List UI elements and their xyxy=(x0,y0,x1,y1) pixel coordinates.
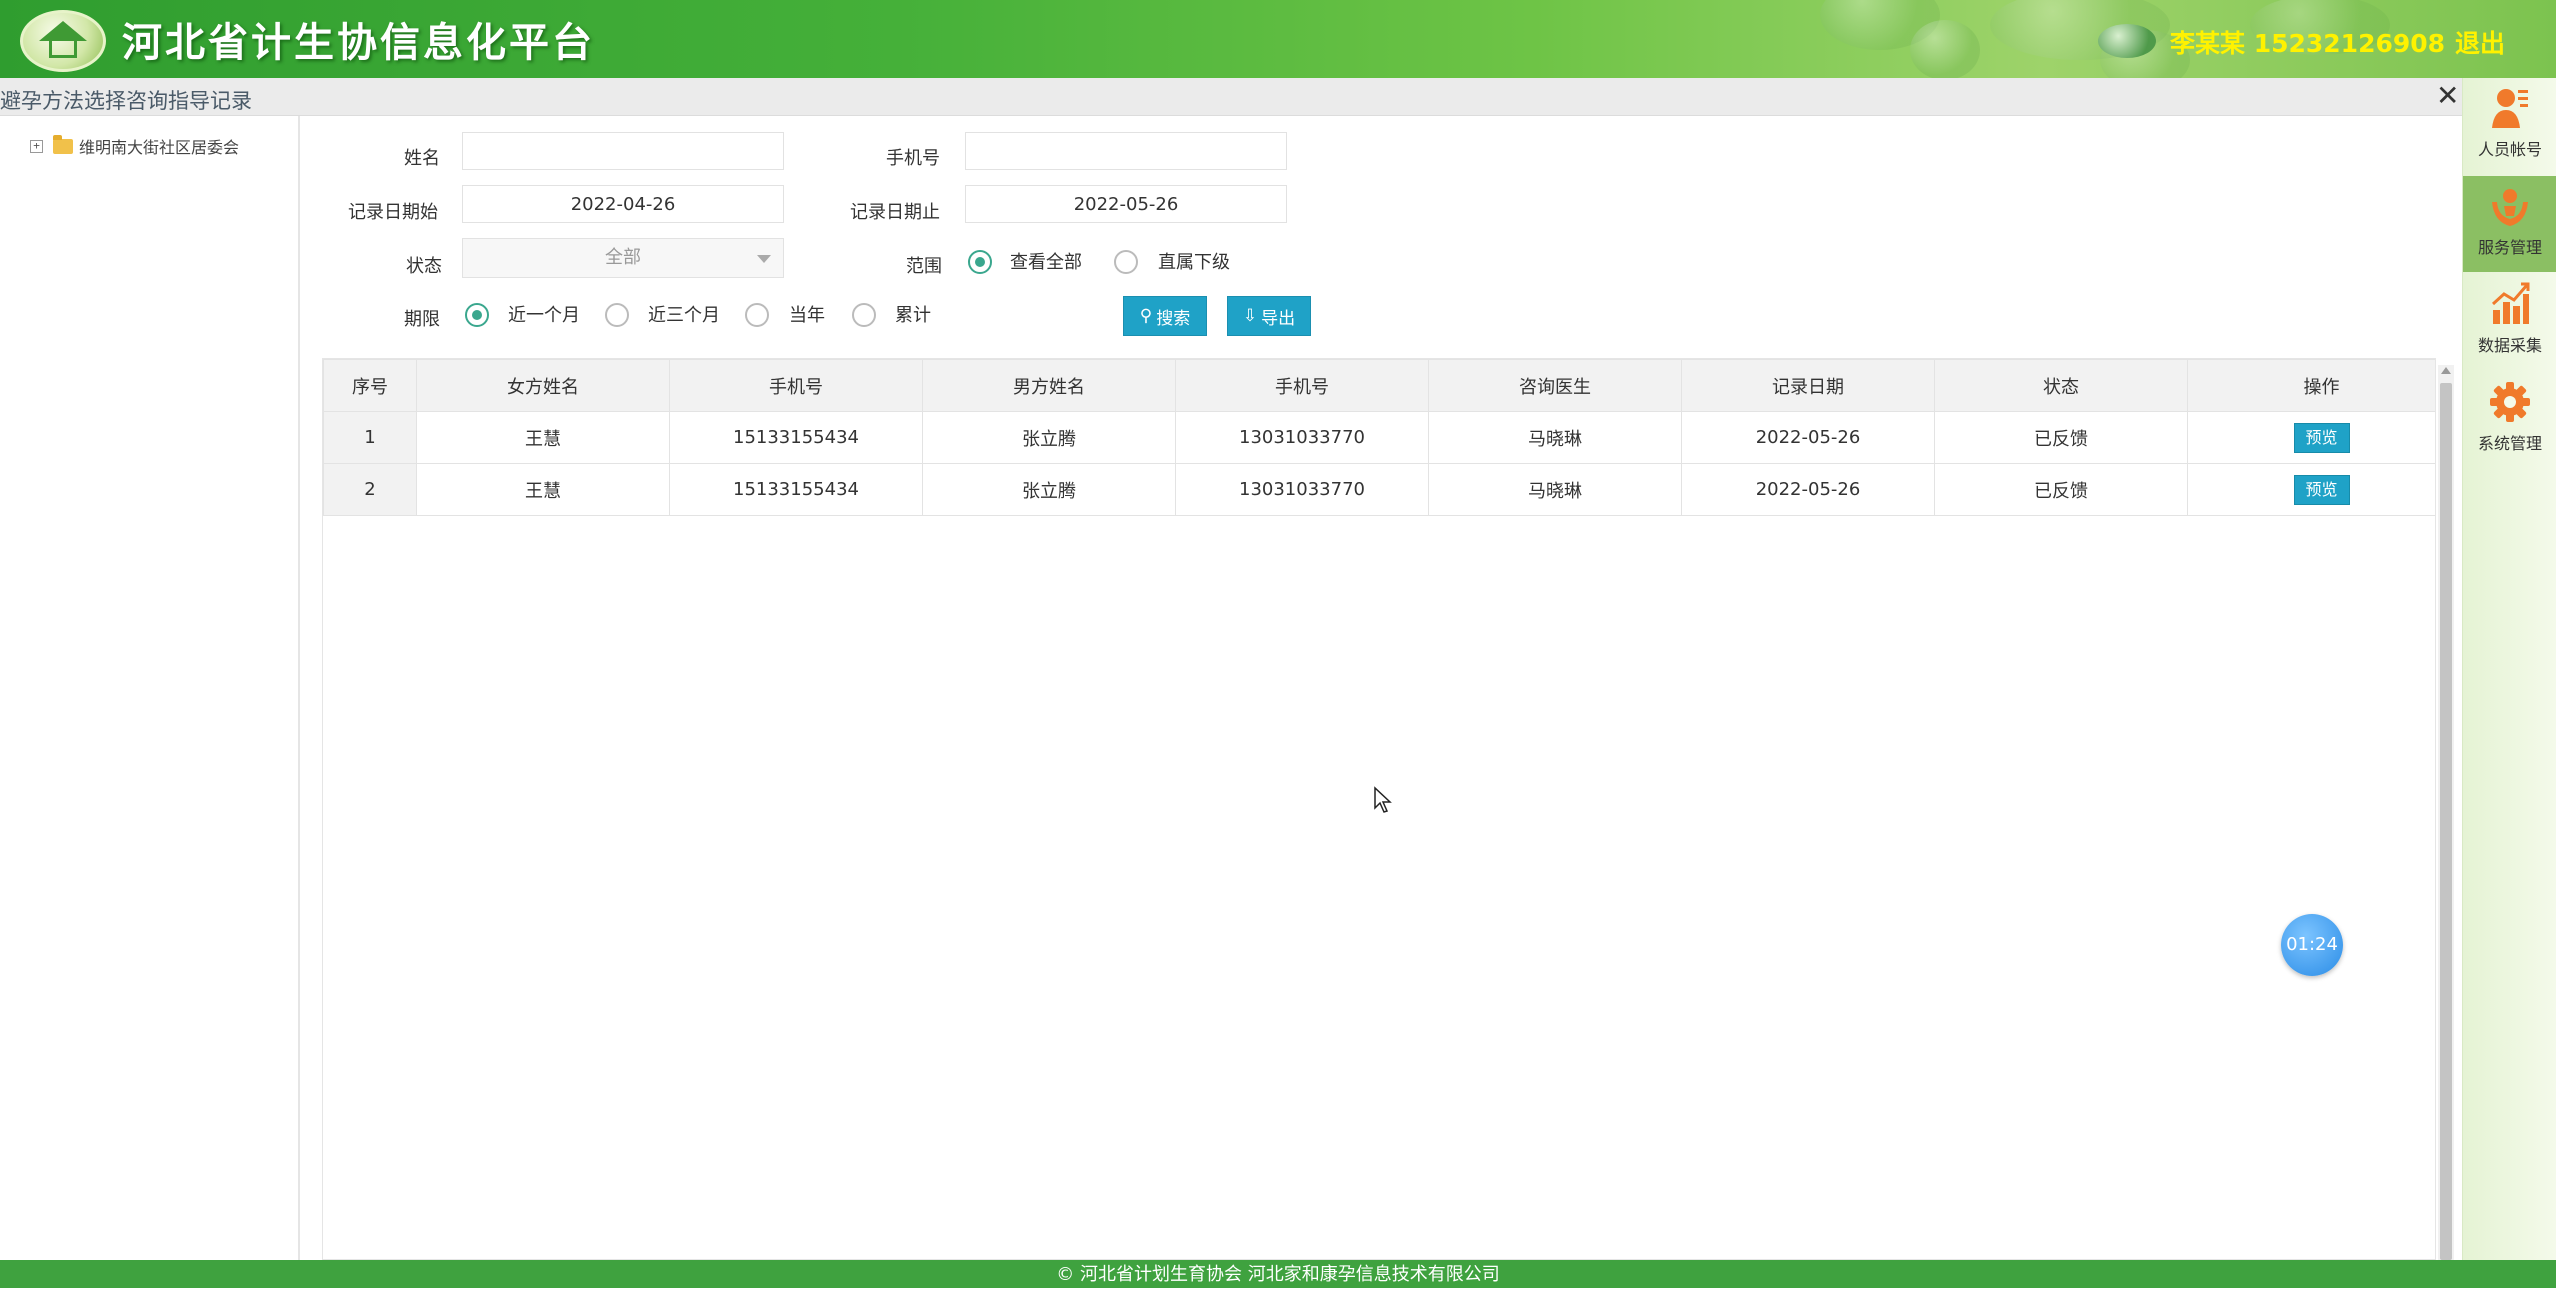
status-select[interactable]: 全部 xyxy=(462,238,784,278)
scroll-up-icon[interactable] xyxy=(2441,367,2451,374)
scope-label: 范围 xyxy=(906,256,942,277)
timer-badge[interactable]: 01:24 xyxy=(2281,914,2343,976)
period-radio-total[interactable] xyxy=(852,303,876,327)
decor-bubble xyxy=(1910,20,1980,78)
col-header-female-phone: 手机号 xyxy=(669,359,923,412)
sidebar-item-service[interactable]: 服务管理 xyxy=(2463,176,2556,272)
table-row[interactable]: 2 王慧 15133155434 张立腾 13031033770 马晓琳 202… xyxy=(323,463,2435,516)
scope-radio-all[interactable] xyxy=(968,250,992,274)
cell-date: 2022-05-26 xyxy=(1681,411,1935,464)
cell-status: 已反馈 xyxy=(1934,411,2188,464)
period-option-1m: 近一个月 xyxy=(508,305,580,326)
sidebar-label-system: 系统管理 xyxy=(2477,434,2542,453)
cell-female-phone: 15133155434 xyxy=(669,411,923,464)
period-radio-3m[interactable] xyxy=(605,303,629,327)
table-header-row: 序号 女方姓名 手机号 男方姓名 手机号 咨询医生 记录日期 状态 操作 xyxy=(323,359,2435,412)
col-header-action: 操作 xyxy=(2187,359,2435,412)
sidebar-item-accounts[interactable]: 人员帐号 xyxy=(2463,78,2556,174)
page-title: 避孕方法选择咨询指导记录 xyxy=(0,89,252,113)
search-button-label: 搜索 xyxy=(1156,308,1191,329)
mouse-cursor-icon xyxy=(1374,786,1392,813)
sidebar-item-system[interactable]: 系统管理 xyxy=(2463,372,2556,468)
logo-icon xyxy=(20,10,106,72)
tree-node-label: 维明南大街社区居委会 xyxy=(79,138,240,157)
person-icon xyxy=(2492,89,2528,128)
cell-male-phone: 13031033770 xyxy=(1175,411,1429,464)
footer: © 河北省计划生育协会 河北家和康孕信息技术有限公司 xyxy=(0,1260,2556,1288)
user-info: 李某某 15232126908 xyxy=(2170,29,2446,58)
panel-title-bar: 避孕方法选择咨询指导记录 ✕ xyxy=(0,78,2462,116)
tree-expand-icon[interactable]: + xyxy=(30,139,43,153)
cell-male-name: 张立腾 xyxy=(922,411,1176,464)
hands-icon xyxy=(2492,189,2528,226)
search-button[interactable]: ⚲ 搜索 xyxy=(1123,296,1207,336)
cell-action: 预览 xyxy=(2187,463,2435,516)
phone-label: 手机号 xyxy=(886,148,940,169)
table-row[interactable]: 1 王慧 15133155434 张立腾 13031033770 马晓琳 202… xyxy=(323,411,2435,464)
name-input[interactable] xyxy=(462,132,784,170)
col-header-female-name: 女方姓名 xyxy=(416,359,670,412)
preview-button[interactable]: 预览 xyxy=(2293,422,2350,453)
records-table: 序号 女方姓名 手机号 男方姓名 手机号 咨询医生 记录日期 状态 操作 1 王… xyxy=(323,359,2435,516)
close-icon[interactable]: ✕ xyxy=(2436,82,2459,110)
bar-chart-icon xyxy=(2491,282,2530,324)
cell-female-name: 王慧 xyxy=(416,463,670,516)
cell-date: 2022-05-26 xyxy=(1681,463,1935,516)
export-button-label: 导出 xyxy=(1261,308,1296,329)
date-end-input[interactable] xyxy=(965,185,1287,223)
cell-male-name: 张立腾 xyxy=(922,463,1176,516)
gear-icon xyxy=(2490,382,2530,422)
cell-doctor: 马晓琳 xyxy=(1428,463,1682,516)
cell-female-name: 王慧 xyxy=(416,411,670,464)
col-header-date: 记录日期 xyxy=(1681,359,1935,412)
scrollbar-thumb[interactable] xyxy=(2440,383,2452,1260)
globe-icon xyxy=(2098,24,2156,58)
period-label: 期限 xyxy=(404,309,440,330)
status-label: 状态 xyxy=(406,256,442,277)
scope-option-direct: 直属下级 xyxy=(1158,252,1230,273)
app-title: 河北省计生协信息化平台 xyxy=(122,20,595,66)
org-tree-panel: + 维明南大街社区居委会 xyxy=(0,116,300,1260)
name-label: 姓名 xyxy=(404,148,440,169)
status-select-value: 全部 xyxy=(605,247,641,268)
period-radio-year[interactable] xyxy=(745,303,769,327)
cell-index: 2 xyxy=(323,463,417,516)
table-scrollbar[interactable] xyxy=(2438,365,2454,1260)
col-header-index: 序号 xyxy=(323,359,417,412)
sidebar-label-data: 数据采集 xyxy=(2477,336,2542,355)
col-header-male-name: 男方姓名 xyxy=(922,359,1176,412)
phone-input[interactable] xyxy=(965,132,1287,170)
col-header-status: 状态 xyxy=(1934,359,2188,412)
cell-action: 预览 xyxy=(2187,411,2435,464)
sidebar-label-accounts: 人员帐号 xyxy=(2477,140,2542,159)
period-radio-1m[interactable] xyxy=(465,303,489,327)
period-option-3m: 近三个月 xyxy=(648,305,720,326)
period-option-total: 累计 xyxy=(895,305,931,326)
logout-link[interactable]: 退出 xyxy=(2455,24,2505,60)
period-option-year: 当年 xyxy=(789,305,825,326)
preview-button[interactable]: 预览 xyxy=(2293,474,2350,505)
col-header-male-phone: 手机号 xyxy=(1175,359,1429,412)
col-header-doctor: 咨询医生 xyxy=(1428,359,1682,412)
app-header: 河北省计生协信息化平台 李某某 15232126908 退出 xyxy=(0,0,2556,78)
folder-icon xyxy=(53,134,73,154)
search-icon: ⚲ xyxy=(1139,306,1153,326)
cell-status: 已反馈 xyxy=(1934,463,2188,516)
scope-option-all: 查看全部 xyxy=(1010,252,1082,273)
chevron-down-icon xyxy=(757,255,771,263)
cell-male-phone: 13031033770 xyxy=(1175,463,1429,516)
sidebar-item-data[interactable]: 数据采集 xyxy=(2463,274,2556,370)
right-sidebar: 人员帐号 服务管理 数据采集 系统管理 xyxy=(2462,78,2556,1260)
date-start-label: 记录日期始 xyxy=(348,202,438,223)
tree-node-root[interactable]: + 维明南大街社区居委会 xyxy=(30,134,239,158)
scope-radio-direct[interactable] xyxy=(1114,250,1138,274)
cell-female-phone: 15133155434 xyxy=(669,463,923,516)
download-icon: ⇩ xyxy=(1242,306,1258,326)
sidebar-label-service: 服务管理 xyxy=(2477,238,2542,257)
date-start-input[interactable] xyxy=(462,185,784,223)
cell-doctor: 马晓琳 xyxy=(1428,411,1682,464)
date-end-label: 记录日期止 xyxy=(850,202,940,223)
export-button[interactable]: ⇩ 导出 xyxy=(1227,296,1311,336)
cell-index: 1 xyxy=(323,411,417,464)
